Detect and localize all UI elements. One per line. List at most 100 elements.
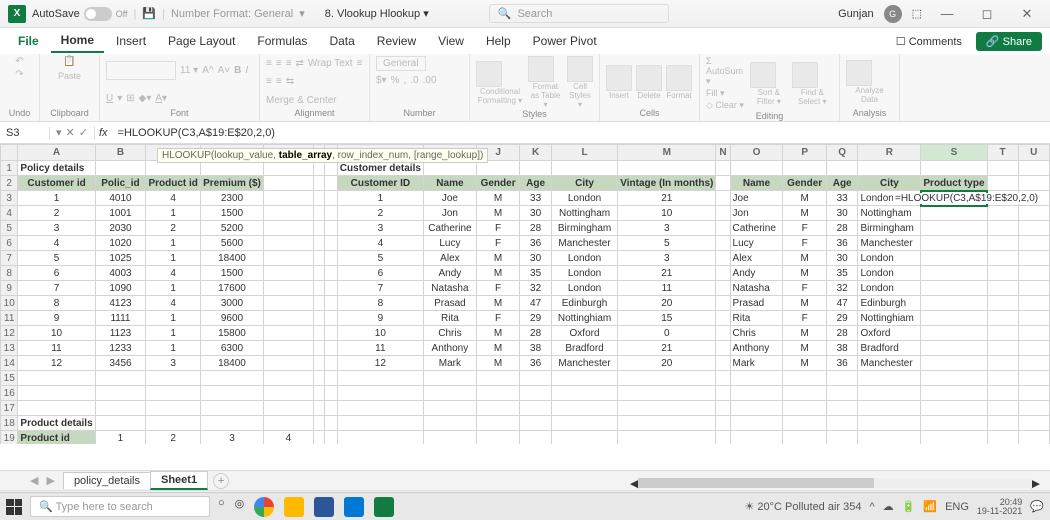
cell-D4[interactable]: 1500 bbox=[201, 206, 264, 221]
cell-O9[interactable]: Natasha bbox=[730, 281, 783, 296]
cell-H7[interactable]: 5 bbox=[337, 251, 423, 266]
cell-C7[interactable]: 1 bbox=[146, 251, 201, 266]
cell-A13[interactable]: 11 bbox=[18, 341, 95, 356]
row-header[interactable]: 19 bbox=[1, 431, 18, 445]
cell-A1[interactable]: Policy details bbox=[18, 161, 95, 176]
cell-M15[interactable] bbox=[618, 371, 716, 386]
cell-R14[interactable]: Manchester bbox=[858, 356, 921, 371]
cell-A5[interactable]: 3 bbox=[18, 221, 95, 236]
cell-K10[interactable]: 47 bbox=[520, 296, 552, 311]
cell-U7[interactable] bbox=[1018, 251, 1049, 266]
cell-S2[interactable]: Product type bbox=[921, 176, 987, 191]
format-table-icon[interactable] bbox=[528, 56, 554, 82]
cell-G3[interactable] bbox=[325, 191, 338, 206]
cell-P10[interactable]: M bbox=[783, 296, 826, 311]
comments-button[interactable]: ☐ Comments bbox=[888, 32, 970, 51]
cell-L16[interactable] bbox=[551, 386, 617, 401]
cell-P19[interactable] bbox=[783, 431, 826, 445]
cell-F14[interactable] bbox=[313, 356, 324, 371]
cell-K1[interactable] bbox=[520, 161, 552, 176]
cell-E4[interactable] bbox=[263, 206, 313, 221]
tab-power-pivot[interactable]: Power Pivot bbox=[523, 30, 607, 52]
cell-O18[interactable] bbox=[730, 416, 783, 431]
cell-G10[interactable] bbox=[325, 296, 338, 311]
save-icon[interactable]: 💾 bbox=[142, 7, 156, 20]
cell-C11[interactable]: 1 bbox=[146, 311, 201, 326]
cell-R10[interactable]: Edinburgh bbox=[858, 296, 921, 311]
cell-K12[interactable]: 28 bbox=[520, 326, 552, 341]
cell-N7[interactable] bbox=[716, 251, 730, 266]
cell-E3[interactable] bbox=[263, 191, 313, 206]
cell-S5[interactable] bbox=[921, 221, 987, 236]
cell-R17[interactable] bbox=[858, 401, 921, 416]
cell-N13[interactable] bbox=[716, 341, 730, 356]
cell-B8[interactable]: 4003 bbox=[95, 266, 146, 281]
cell-T10[interactable] bbox=[987, 296, 1018, 311]
cell-E13[interactable] bbox=[263, 341, 313, 356]
ribbon-mode-icon[interactable]: ⬚ bbox=[912, 7, 922, 20]
tab-help[interactable]: Help bbox=[476, 30, 521, 52]
cell-M16[interactable] bbox=[618, 386, 716, 401]
cell-H2[interactable]: Customer ID bbox=[337, 176, 423, 191]
cell-T18[interactable] bbox=[987, 416, 1018, 431]
col-header[interactable]: M bbox=[618, 145, 716, 161]
cell-D3[interactable]: 2300 bbox=[201, 191, 264, 206]
cell-R7[interactable]: London bbox=[858, 251, 921, 266]
cell-T15[interactable] bbox=[987, 371, 1018, 386]
sheet-tab-sheet1[interactable]: Sheet1 bbox=[150, 471, 208, 490]
cell-L17[interactable] bbox=[551, 401, 617, 416]
row-header[interactable]: 9 bbox=[1, 281, 18, 296]
cell-R15[interactable] bbox=[858, 371, 921, 386]
cell-A18[interactable]: Product details bbox=[18, 416, 95, 431]
cell-C19[interactable]: 2 bbox=[146, 431, 201, 445]
cortana-icon[interactable]: ◎ bbox=[235, 497, 245, 517]
document-name[interactable]: 8. Vlookup Hlookup ▾ bbox=[325, 7, 429, 20]
cell-U13[interactable] bbox=[1018, 341, 1049, 356]
cell-Q5[interactable]: 28 bbox=[826, 221, 858, 236]
cell-Q17[interactable] bbox=[826, 401, 858, 416]
cell-P14[interactable]: M bbox=[783, 356, 826, 371]
cell-E18[interactable] bbox=[263, 416, 313, 431]
cell-L12[interactable]: Oxford bbox=[551, 326, 617, 341]
cell-E17[interactable] bbox=[263, 401, 313, 416]
cell-L9[interactable]: London bbox=[551, 281, 617, 296]
cell-N2[interactable] bbox=[716, 176, 730, 191]
analyze-icon[interactable] bbox=[846, 60, 872, 86]
cell-J14[interactable]: M bbox=[476, 356, 519, 371]
cell-E8[interactable] bbox=[263, 266, 313, 281]
cell-P6[interactable]: F bbox=[783, 236, 826, 251]
col-header[interactable]: O bbox=[730, 145, 783, 161]
cell-H18[interactable] bbox=[337, 416, 423, 431]
cell-J5[interactable]: F bbox=[476, 221, 519, 236]
cell-U10[interactable] bbox=[1018, 296, 1049, 311]
cell-J13[interactable]: M bbox=[476, 341, 519, 356]
cell-C6[interactable]: 1 bbox=[146, 236, 201, 251]
cell-S10[interactable] bbox=[921, 296, 987, 311]
cell-S18[interactable] bbox=[921, 416, 987, 431]
cell-M11[interactable]: 15 bbox=[618, 311, 716, 326]
cell-C2[interactable]: Product id bbox=[146, 176, 201, 191]
cell-E11[interactable] bbox=[263, 311, 313, 326]
cell-I11[interactable]: Rita bbox=[423, 311, 476, 326]
cell-U4[interactable] bbox=[1018, 206, 1049, 221]
wifi-icon[interactable]: 📶 bbox=[923, 500, 937, 513]
cell-L19[interactable] bbox=[551, 431, 617, 445]
cell-F3[interactable] bbox=[313, 191, 324, 206]
cell-G6[interactable] bbox=[325, 236, 338, 251]
cell-F4[interactable] bbox=[313, 206, 324, 221]
add-sheet-button[interactable]: + bbox=[213, 473, 229, 489]
cell-D9[interactable]: 17600 bbox=[201, 281, 264, 296]
cell-B14[interactable]: 3456 bbox=[95, 356, 146, 371]
cell-H19[interactable] bbox=[337, 431, 423, 445]
scroll-left-icon[interactable]: ◀ bbox=[630, 477, 638, 490]
cell-L2[interactable]: City bbox=[551, 176, 617, 191]
cell-I12[interactable]: Chris bbox=[423, 326, 476, 341]
cell-L18[interactable] bbox=[551, 416, 617, 431]
tab-file[interactable]: File bbox=[8, 30, 49, 52]
cell-A4[interactable]: 2 bbox=[18, 206, 95, 221]
cell-A17[interactable] bbox=[18, 401, 95, 416]
cell-P11[interactable]: F bbox=[783, 311, 826, 326]
cell-F7[interactable] bbox=[313, 251, 324, 266]
start-button[interactable] bbox=[6, 499, 22, 515]
sheet-nav-next[interactable]: ▶ bbox=[46, 474, 54, 487]
